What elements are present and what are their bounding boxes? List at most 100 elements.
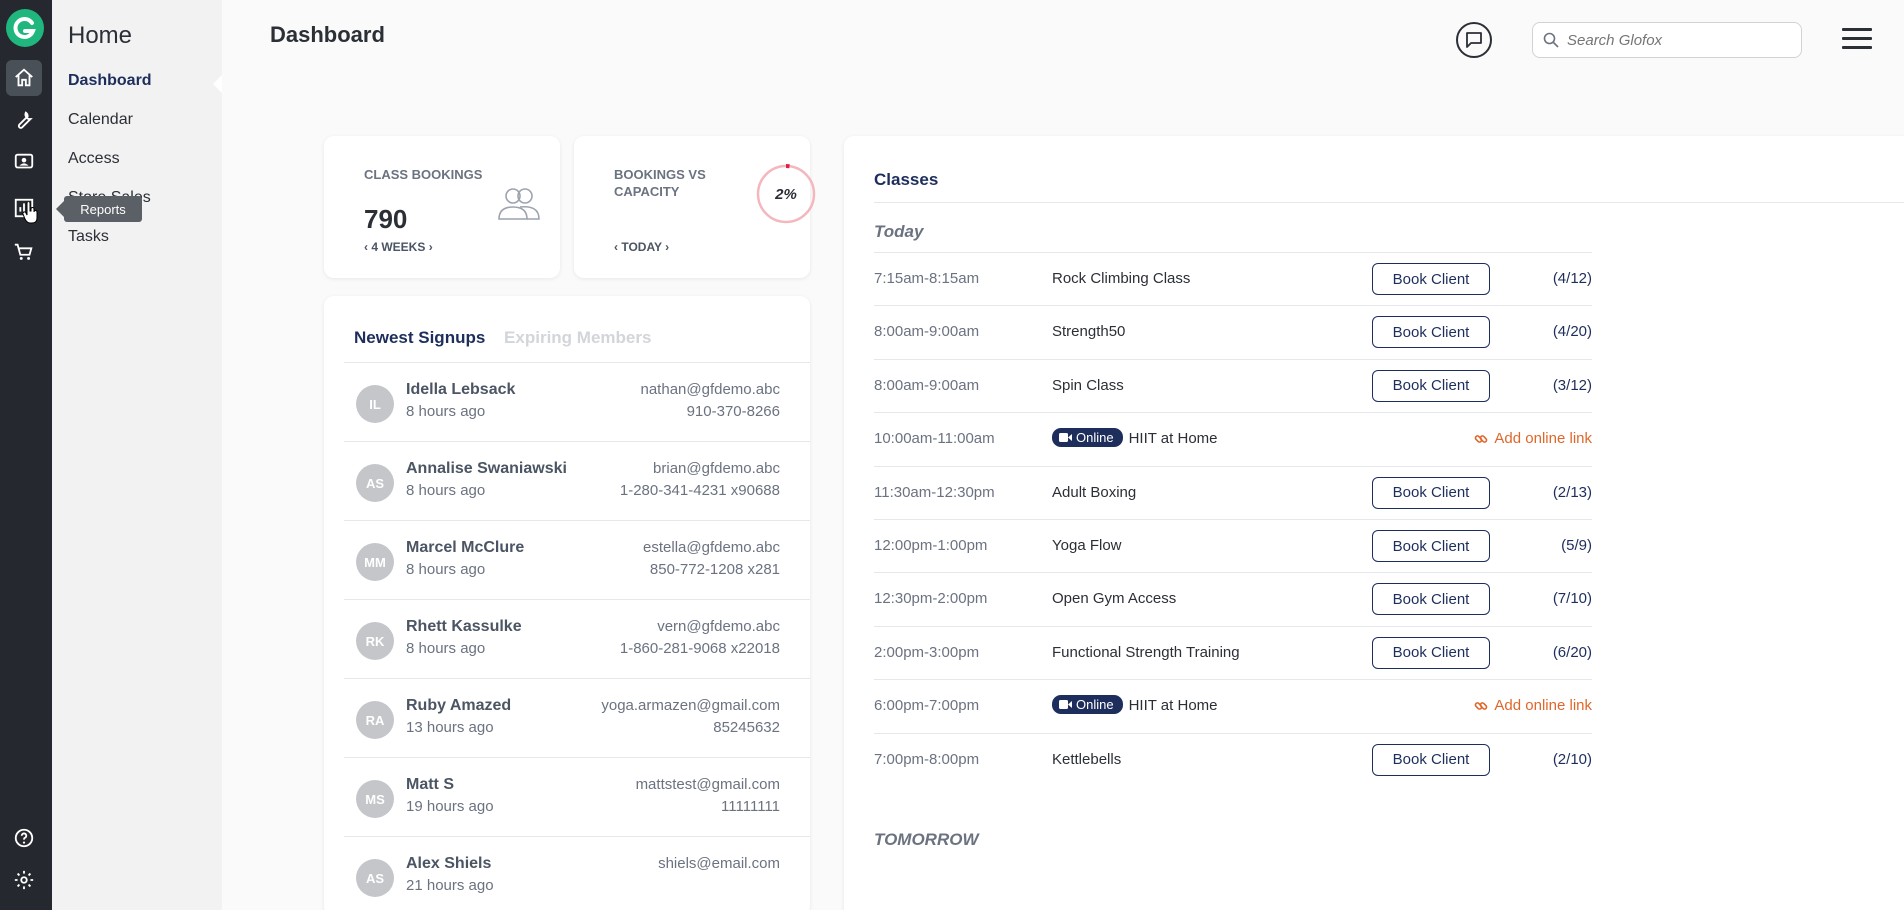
chat-button[interactable] xyxy=(1456,22,1492,58)
subnav-item-access[interactable]: Access xyxy=(68,150,120,168)
cart-icon[interactable] xyxy=(6,234,42,270)
book-client-button[interactable]: Book Client xyxy=(1372,263,1490,295)
book-client-button[interactable]: Book Client xyxy=(1372,636,1490,669)
link-icon xyxy=(1475,434,1488,443)
class-time: 12:00pm-1:00pm xyxy=(874,537,988,554)
class-name: Adult Boxing xyxy=(1052,483,1137,501)
avatar: RA xyxy=(356,701,394,739)
class-bookings-card: CLASS BOOKINGS 790 ‹ 4 WEEKS › xyxy=(324,136,560,278)
reports-tooltip: Reports xyxy=(56,196,142,222)
chevron-left-icon[interactable]: ‹ xyxy=(614,240,618,254)
chevron-right-icon[interactable]: › xyxy=(665,240,669,254)
book-client-button[interactable]: Book Client xyxy=(1372,369,1490,402)
search-input[interactable] xyxy=(1567,31,1787,49)
class-name: Kettlebells xyxy=(1052,750,1122,768)
home-icon[interactable] xyxy=(6,60,42,96)
class-row: 8:00am-9:00am Spin Class Book Client (3/12) xyxy=(874,358,1592,412)
signup-row[interactable]: IL Idella Lebsack 8 hours ago nathan@gfdemo… xyxy=(344,363,810,442)
signup-email: shiels@email.com xyxy=(658,855,780,872)
book-client-button[interactable]: Book Client xyxy=(1372,530,1490,562)
day-label-today: Today xyxy=(874,222,924,241)
wrench-icon[interactable] xyxy=(6,102,42,138)
book-client-button[interactable]: Book Client xyxy=(1372,476,1490,509)
class-name: Open Gym Access xyxy=(1052,590,1177,608)
class-capacity: (4/12) xyxy=(1552,270,1592,287)
signup-phone: 11111111 xyxy=(721,798,780,815)
class-capacity: (6/20) xyxy=(1552,643,1592,661)
gear-icon[interactable] xyxy=(6,862,42,898)
signups-card: Newest Signups Expiring Members IL Idella… xyxy=(324,296,810,910)
class-row: 7:00pm-8:00pm Kettlebells Book Client (2/10… xyxy=(874,732,1592,786)
add-online-link[interactable]: Add online link xyxy=(1474,430,1592,447)
subnav-title: Home xyxy=(68,22,133,49)
class-row: 2:00pm-3:00pm Functional Strength Trainin… xyxy=(874,625,1592,679)
book-client-button[interactable]: Book Client xyxy=(1372,743,1490,776)
video-camera-icon xyxy=(1059,700,1072,710)
avatar: MM xyxy=(356,543,394,581)
signup-row[interactable]: MM Marcel McClure 8 hours ago estella@gfdem… xyxy=(344,521,810,600)
search-icon xyxy=(1543,32,1559,48)
signup-name[interactable]: Rhett Kassulke xyxy=(406,618,522,636)
signup-email: estella@gfdemo.abc xyxy=(643,539,780,556)
class-capacity: (7/10) xyxy=(1552,590,1592,608)
class-row: 10:00am-11:00am Online HIIT at Home Add onl… xyxy=(874,412,1592,465)
class-capacity: (4/20) xyxy=(1552,323,1592,341)
class-bookings-value: 790 xyxy=(364,204,408,234)
signup-phone: 85245632 xyxy=(713,719,780,736)
class-name: Spin Class xyxy=(1052,376,1124,394)
people-icon xyxy=(498,188,540,220)
search-box[interactable] xyxy=(1532,22,1802,58)
glofox-logo-icon[interactable] xyxy=(6,9,44,47)
chevron-right-icon[interactable]: › xyxy=(429,240,433,254)
subnav-item-calendar[interactable]: Calendar xyxy=(68,111,133,129)
class-time: 7:00pm-8:00pm xyxy=(874,750,980,768)
signup-time: 21 hours ago xyxy=(406,877,494,894)
signup-time: 8 hours ago xyxy=(406,482,486,499)
tab-expiring-members[interactable]: Expiring Members xyxy=(504,328,651,347)
signup-row[interactable]: AS Annalise Swaniawski 8 hours ago brian@gf… xyxy=(344,442,810,521)
help-icon[interactable] xyxy=(6,820,42,856)
subnav-item-dashboard[interactable]: Dashboard xyxy=(68,72,152,90)
signup-phone: 850-772-1208 x281 xyxy=(649,561,780,578)
classes-card: Classes Today 7:15am-8:15am Rock Climbing… xyxy=(844,136,1904,910)
signup-name[interactable]: Annalise Swaniawski xyxy=(406,460,567,478)
class-name: Rock Climbing Class xyxy=(1052,270,1191,287)
capacity-value: 2% xyxy=(774,186,797,203)
hamburger-menu-button[interactable] xyxy=(1842,28,1872,52)
video-camera-icon xyxy=(1059,433,1072,443)
capacity-label: BOOKINGS VS CAPACITY xyxy=(614,167,706,199)
signup-time: 8 hours ago xyxy=(406,403,486,420)
signup-row[interactable]: AS Alex Shiels 21 hours ago shiels@email.co… xyxy=(344,837,810,910)
signup-email: vern@gfdemo.abc xyxy=(657,618,780,635)
class-time: 6:00pm-7:00pm xyxy=(874,697,980,715)
online-badge: Online xyxy=(1052,695,1123,715)
signup-row[interactable]: MS Matt S 19 hours ago mattstest@gmail.com 1… xyxy=(344,758,810,837)
add-online-link[interactable]: Add online link xyxy=(1474,697,1592,714)
class-time: 8:00am-9:00am xyxy=(874,323,980,341)
signup-name[interactable]: Marcel McClure xyxy=(406,539,524,557)
class-capacity: (3/12) xyxy=(1552,376,1592,394)
chat-icon xyxy=(1466,32,1482,48)
class-name: Yoga Flow xyxy=(1052,537,1122,554)
signup-time: 19 hours ago xyxy=(406,798,494,815)
chevron-left-icon[interactable]: ‹ xyxy=(364,240,368,254)
signup-time: 13 hours ago xyxy=(406,719,494,736)
signup-name[interactable]: Matt S xyxy=(406,776,454,794)
signup-row[interactable]: RA Ruby Amazed 13 hours ago yoga.armazen@gm… xyxy=(344,679,810,758)
class-bookings-range[interactable]: ‹ 4 WEEKS › xyxy=(364,240,433,254)
avatar: AS xyxy=(356,464,394,502)
member-card-icon[interactable] xyxy=(6,144,42,180)
signup-name[interactable]: Alex Shiels xyxy=(406,855,491,873)
capacity-range[interactable]: ‹ TODAY › xyxy=(614,240,669,254)
class-name: Strength50 xyxy=(1052,323,1126,341)
subnav-item-tasks[interactable]: Tasks xyxy=(68,228,109,246)
online-badge: Online xyxy=(1052,428,1123,448)
tab-newest-signups[interactable]: Newest Signups xyxy=(354,328,485,347)
signup-row[interactable]: RK Rhett Kassulke 8 hours ago vern@gfdemo.a… xyxy=(344,600,810,679)
book-client-button[interactable]: Book Client xyxy=(1372,583,1490,616)
icon-rail xyxy=(0,0,52,910)
capacity-gauge: 2% xyxy=(756,164,816,224)
signup-name[interactable]: Ruby Amazed xyxy=(406,697,511,715)
signup-name[interactable]: Idella Lebsack xyxy=(406,381,515,399)
book-client-button[interactable]: Book Client xyxy=(1372,316,1490,349)
